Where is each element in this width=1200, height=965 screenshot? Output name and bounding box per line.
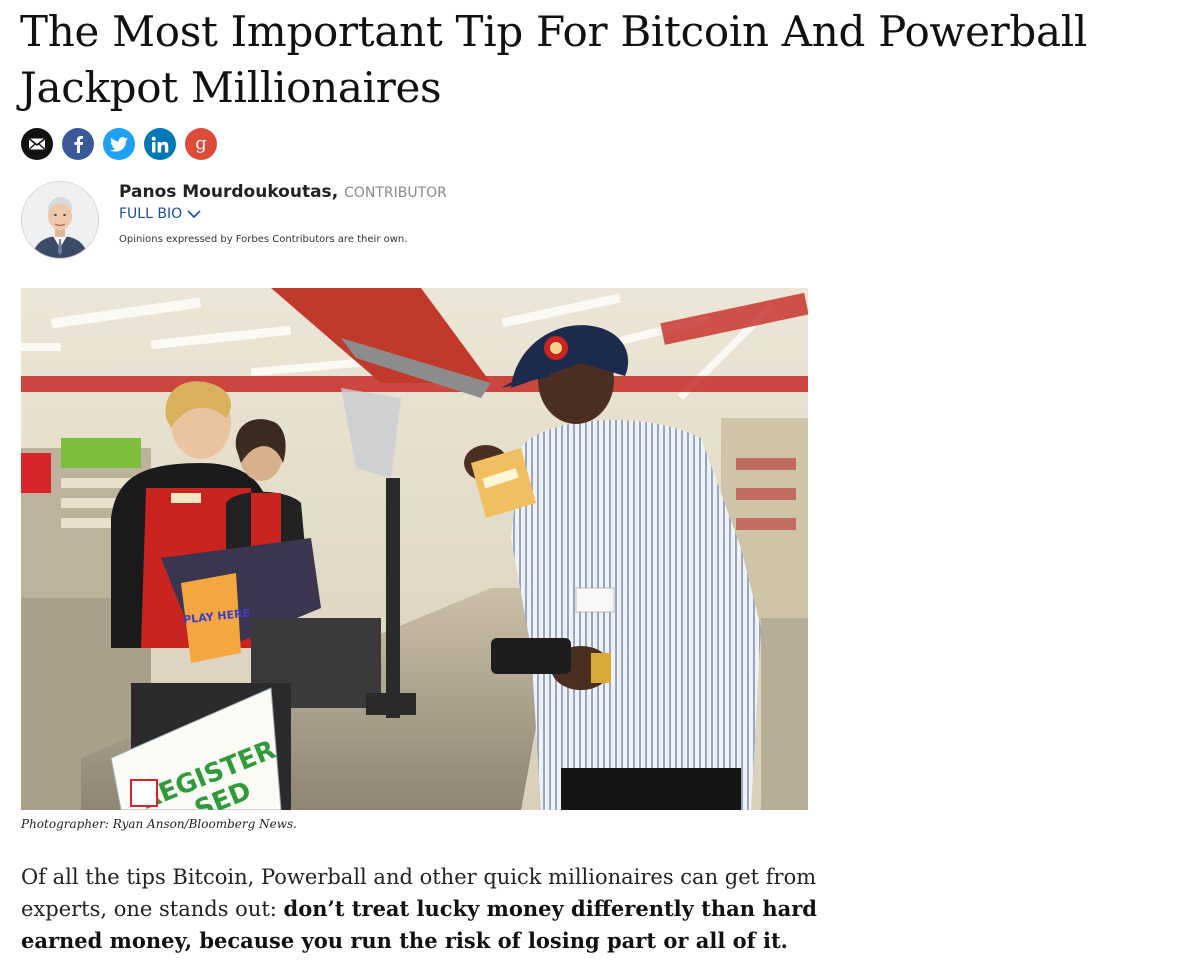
author-separator: , <box>331 182 345 202</box>
share-bar: g <box>21 128 217 160</box>
article-paragraph: Of all the tips Bitcoin, Powerball and o… <box>21 861 821 957</box>
author-block: Panos Mourdoukoutas, CONTRIBUTOR FULL BI… <box>21 181 621 261</box>
share-google-plus-button[interactable]: g <box>185 128 217 160</box>
share-linkedin-button[interactable] <box>144 128 176 160</box>
google-plus-icon: g <box>195 134 207 154</box>
author-role: CONTRIBUTOR <box>344 185 447 201</box>
chevron-down-icon <box>187 209 201 218</box>
article-photo: PLAY HERE REGISTER SED <box>21 288 808 810</box>
full-bio-toggle[interactable]: FULL BIO <box>119 206 201 222</box>
facebook-icon <box>74 136 84 153</box>
twitter-icon <box>110 136 128 152</box>
author-avatar[interactable] <box>21 181 99 259</box>
svg-text:g: g <box>195 134 207 154</box>
email-icon <box>29 138 45 150</box>
linkedin-icon <box>151 136 169 152</box>
share-twitter-button[interactable] <box>103 128 135 160</box>
photo-illustration: PLAY HERE REGISTER SED <box>21 288 808 810</box>
article-title: The Most Important Tip For Bitcoin And P… <box>20 7 1087 112</box>
contributor-disclaimer: Opinions expressed by Forbes Contributor… <box>119 234 408 245</box>
photo-caption: Photographer: Ryan Anson/Bloomberg News. <box>21 817 297 831</box>
author-name[interactable]: Panos Mourdoukoutas <box>119 182 332 202</box>
share-email-button[interactable] <box>21 128 53 160</box>
full-bio-label: FULL BIO <box>119 206 183 222</box>
author-name-line: Panos Mourdoukoutas, CONTRIBUTOR <box>119 182 447 202</box>
share-facebook-button[interactable] <box>62 128 94 160</box>
